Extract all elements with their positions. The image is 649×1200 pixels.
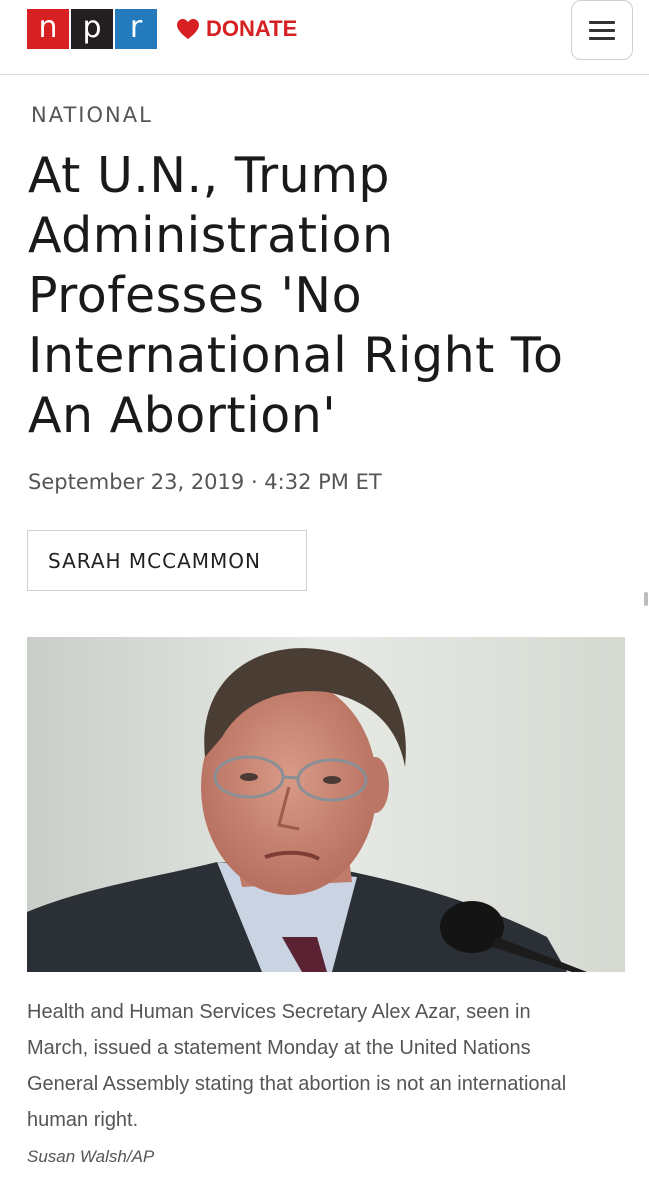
caption-line: human right. [27, 1109, 139, 1131]
caption-line: Health and Human Services Secretary Alex… [27, 1001, 531, 1023]
menu-button[interactable] [571, 0, 633, 60]
caption-line: General Assembly stating that abortion i… [27, 1073, 567, 1095]
scrollbar-thumb[interactable] [644, 592, 648, 606]
portrait-image [27, 637, 625, 972]
hamburger-menu-icon [589, 18, 615, 42]
site-header: n p r DONATE [0, 0, 649, 75]
author-name: SARAH MCCAMMON [48, 548, 261, 573]
photo-credit: Susan Walsh/AP [27, 1147, 155, 1166]
donate-button[interactable]: DONATE [176, 14, 297, 44]
logo-letter-n: n [27, 9, 69, 49]
headline-line: Professes 'No [28, 267, 363, 324]
npr-logo[interactable]: n p r [27, 9, 157, 49]
article-dateline: September 23, 2019 · 4:32 PM ET [28, 470, 382, 494]
section-label[interactable]: NATIONAL [31, 103, 153, 127]
donate-label: DONATE [206, 16, 298, 41]
headline-line: At U.N., Trump [28, 147, 391, 204]
article-headline: At U.N., Trump Administration Professes … [28, 146, 628, 446]
headline-line: Administration [28, 207, 394, 264]
heart-icon [177, 19, 199, 39]
headline-line: International Right To [28, 327, 564, 384]
author-byline-button[interactable]: SARAH MCCAMMON [27, 530, 307, 591]
logo-letter-p: p [71, 9, 113, 49]
article-photo[interactable] [27, 637, 625, 972]
headline-line: An Abortion' [28, 387, 337, 444]
caption-line: March, issued a statement Monday at the … [27, 1037, 531, 1059]
logo-letter-r: r [115, 9, 157, 49]
photo-caption: Health and Human Services Secretary Alex… [27, 994, 627, 1138]
